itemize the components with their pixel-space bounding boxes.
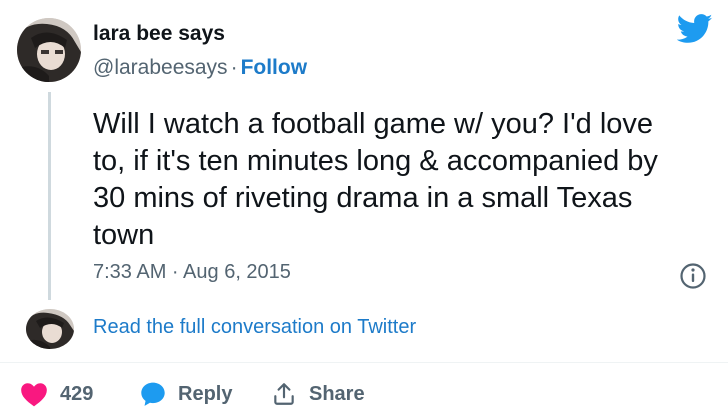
- author-handle[interactable]: @larabeesays: [93, 56, 228, 79]
- like-count: 429: [60, 382, 94, 405]
- actions-divider: [0, 362, 728, 363]
- info-icon[interactable]: [679, 262, 707, 290]
- embedded-tweet-card: lara bee says @larabeesays · Follow Will I…: [0, 0, 728, 419]
- speech-bubble-icon: [141, 382, 165, 406]
- thread-connector-line: [48, 92, 51, 300]
- author-avatar[interactable]: [17, 18, 81, 82]
- separator-dot: ·: [230, 56, 238, 79]
- author-handle-row: @larabeesays · Follow: [93, 56, 307, 80]
- thread-avatar[interactable]: [26, 309, 74, 349]
- tweet-text: Will I watch a football game w/ you? I'd…: [93, 108, 658, 251]
- avatar-photo: [17, 18, 81, 82]
- tweet-timestamp[interactable]: 7:33 AM · Aug 6, 2015: [93, 261, 291, 284]
- share-upload-icon: [274, 383, 294, 405]
- reply-button[interactable]: Reply: [140, 381, 232, 407]
- thread-avatar-photo: [26, 309, 74, 349]
- reply-label: Reply: [178, 382, 233, 405]
- follow-link[interactable]: Follow: [241, 56, 308, 79]
- share-label: Share: [309, 382, 365, 405]
- author-name[interactable]: lara bee says: [93, 22, 225, 46]
- read-full-conversation-link[interactable]: Read the full conversation on Twitter: [93, 316, 416, 339]
- like-button[interactable]: 429: [20, 381, 93, 407]
- twitter-bird-icon[interactable]: [676, 14, 713, 44]
- heart-icon: [21, 383, 47, 407]
- share-button[interactable]: Share: [271, 381, 365, 407]
